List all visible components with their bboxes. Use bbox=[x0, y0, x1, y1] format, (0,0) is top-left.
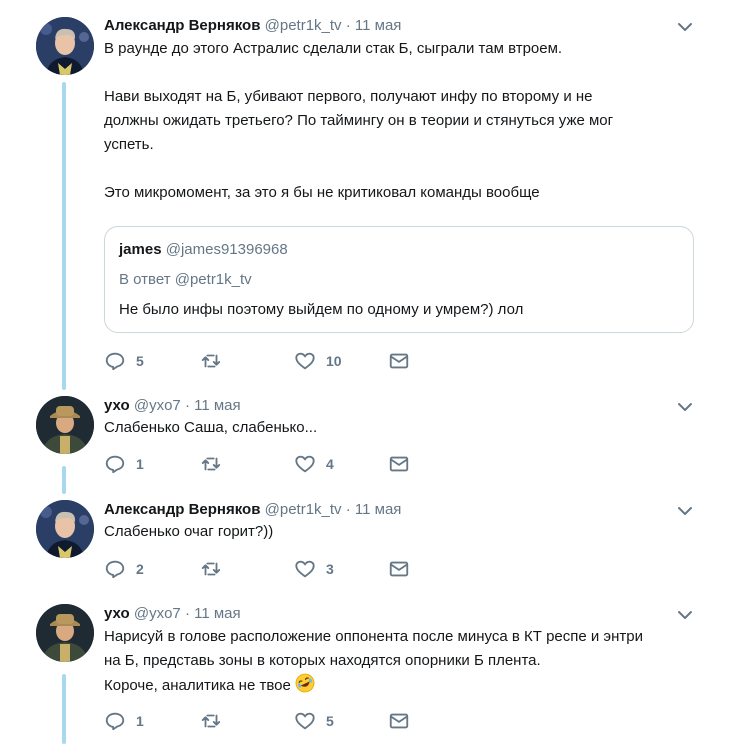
reply-icon bbox=[105, 560, 125, 579]
avatar[interactable] bbox=[36, 500, 94, 558]
author-handle[interactable]: @petr1k_tv bbox=[265, 17, 342, 34]
tweet-line-with-emoji: Короче, аналитика не твое bbox=[104, 673, 704, 698]
separator-dot: · bbox=[345, 501, 351, 518]
reply-button[interactable]: 2 bbox=[104, 558, 144, 580]
tweet-actions: 1 5 bbox=[104, 710, 424, 734]
envelope-icon bbox=[389, 713, 409, 729]
chevron-down-icon[interactable] bbox=[676, 606, 694, 624]
tweet-actions: 1 4 bbox=[104, 453, 424, 477]
heart-icon bbox=[295, 712, 315, 730]
tweet-line: должны ожидать третьего? По таймингу он … bbox=[104, 112, 614, 129]
retweet-icon bbox=[201, 562, 221, 576]
tweet-text: Нарисуй в голове расположение оппонента … bbox=[104, 625, 704, 698]
heart-icon bbox=[295, 560, 315, 578]
heart-icon bbox=[295, 455, 315, 473]
tweet-header: ухо @yxo7 · 11 мая bbox=[104, 396, 241, 416]
author-name[interactable]: ухо bbox=[104, 397, 130, 414]
tweet-line: В раунде до этого Астралис сделали стак … bbox=[104, 40, 563, 57]
tweet-line: Слабенько Саша, слабенько... bbox=[104, 419, 318, 436]
quote-author-handle: @james91396968 bbox=[165, 241, 288, 258]
reply-button[interactable]: 1 bbox=[104, 710, 144, 732]
tweet-text: Слабенько Саша, слабенько... bbox=[104, 416, 704, 440]
reply-button[interactable]: 5 bbox=[104, 350, 144, 372]
tweet-line: успеть. bbox=[104, 136, 154, 153]
reply-icon bbox=[105, 455, 125, 474]
author-handle[interactable]: @yxo7 bbox=[134, 397, 181, 414]
envelope-icon bbox=[389, 561, 409, 577]
tweet-line: Нарисуй в голове расположение оппонента … bbox=[104, 628, 643, 645]
reply-button[interactable]: 1 bbox=[104, 453, 144, 475]
author-name[interactable]: Александр Верняков bbox=[104, 17, 260, 34]
author-handle[interactable]: @petr1k_tv bbox=[265, 501, 342, 518]
quote-text: Не было инфы поэтому выйдем по одному и … bbox=[119, 301, 524, 318]
retweet-icon bbox=[201, 457, 221, 471]
reply-count: 1 bbox=[136, 713, 144, 729]
tweet-header: Александр Верняков @petr1k_tv · 11 мая bbox=[104, 16, 401, 36]
tweet-actions: 2 3 bbox=[104, 558, 424, 582]
tweet-line: Слабенько очаг горит?)) bbox=[104, 523, 274, 540]
author-handle[interactable]: @yxo7 bbox=[134, 605, 181, 622]
like-button[interactable]: 3 bbox=[294, 558, 334, 580]
envelope-icon bbox=[389, 353, 409, 369]
tweet-line: Короче, аналитика не твое bbox=[104, 677, 291, 694]
reply-icon bbox=[105, 352, 125, 371]
message-button[interactable] bbox=[388, 558, 410, 580]
tweet[interactable]: ухо @yxo7 · 11 мая Нарисуй в голове расп… bbox=[0, 604, 730, 743]
reply-icon bbox=[105, 712, 125, 731]
tweet-text: В раунде до этого Астралис сделали стак … bbox=[104, 37, 704, 205]
chevron-down-icon[interactable] bbox=[676, 398, 694, 416]
tweet[interactable]: Александр Верняков @petr1k_tv · 11 мая С… bbox=[0, 500, 730, 590]
retweet-button[interactable] bbox=[200, 558, 232, 580]
like-button[interactable]: 10 bbox=[294, 350, 342, 372]
envelope-icon bbox=[389, 456, 409, 472]
reply-count: 5 bbox=[136, 353, 144, 369]
chevron-down-icon[interactable] bbox=[676, 18, 694, 36]
avatar[interactable] bbox=[36, 17, 94, 75]
message-button[interactable] bbox=[388, 710, 410, 732]
like-button[interactable]: 5 bbox=[294, 710, 334, 732]
separator-dot: · bbox=[184, 605, 190, 622]
tweet-date[interactable]: 11 мая bbox=[194, 605, 241, 622]
retweet-button[interactable] bbox=[200, 453, 232, 475]
reply-count: 2 bbox=[136, 561, 144, 577]
avatar[interactable] bbox=[36, 604, 94, 662]
tweet-date[interactable]: 11 мая bbox=[355, 17, 402, 34]
quote-author-name: james bbox=[119, 241, 162, 258]
like-count: 10 bbox=[326, 353, 342, 369]
retweet-icon bbox=[201, 714, 221, 728]
tweet-line: Это микромомент, за это я бы не критиков… bbox=[104, 184, 540, 201]
tweet-date[interactable]: 11 мая bbox=[194, 397, 241, 414]
reply-count: 1 bbox=[136, 456, 144, 472]
quote-header: james @james91396968 bbox=[119, 241, 288, 258]
tweet-date[interactable]: 11 мая bbox=[355, 501, 402, 518]
message-button[interactable] bbox=[388, 453, 410, 475]
separator-dot: · bbox=[345, 17, 351, 34]
author-name[interactable]: Александр Верняков bbox=[104, 501, 260, 518]
tweet-actions: 5 10 bbox=[104, 350, 424, 374]
chevron-down-icon[interactable] bbox=[676, 502, 694, 520]
like-count: 5 bbox=[326, 713, 334, 729]
separator-dot: · bbox=[184, 397, 190, 414]
like-count: 4 bbox=[326, 456, 334, 472]
avatar[interactable] bbox=[36, 396, 94, 454]
quote-reply-to: В ответ @petr1k_tv bbox=[119, 271, 252, 288]
author-name[interactable]: ухо bbox=[104, 605, 130, 622]
tweet-line: Нави выходят на Б, убивают первого, полу… bbox=[104, 88, 593, 105]
tweet-line: на Б, представь зоны в которых находятся… bbox=[104, 652, 541, 669]
tweet[interactable]: ухо @yxo7 · 11 мая Слабенько Саша, слабе… bbox=[0, 396, 730, 486]
retweet-button[interactable] bbox=[200, 350, 232, 372]
tweet[interactable]: Александр Верняков @petr1k_tv · 11 мая В… bbox=[0, 16, 730, 386]
retweet-button[interactable] bbox=[200, 710, 232, 732]
message-button[interactable] bbox=[388, 350, 410, 372]
like-count: 3 bbox=[326, 561, 334, 577]
quoted-tweet[interactable]: james @james91396968 В ответ @petr1k_tv … bbox=[104, 226, 694, 333]
tweet-text: Слабенько очаг горит?)) bbox=[104, 520, 704, 544]
tweet-header: Александр Верняков @petr1k_tv · 11 мая bbox=[104, 500, 401, 520]
tweet-header: ухо @yxo7 · 11 мая bbox=[104, 604, 241, 624]
heart-icon bbox=[295, 352, 315, 370]
rolling-laughing-emoji-icon bbox=[295, 673, 315, 693]
like-button[interactable]: 4 bbox=[294, 453, 334, 475]
retweet-icon bbox=[201, 354, 221, 368]
